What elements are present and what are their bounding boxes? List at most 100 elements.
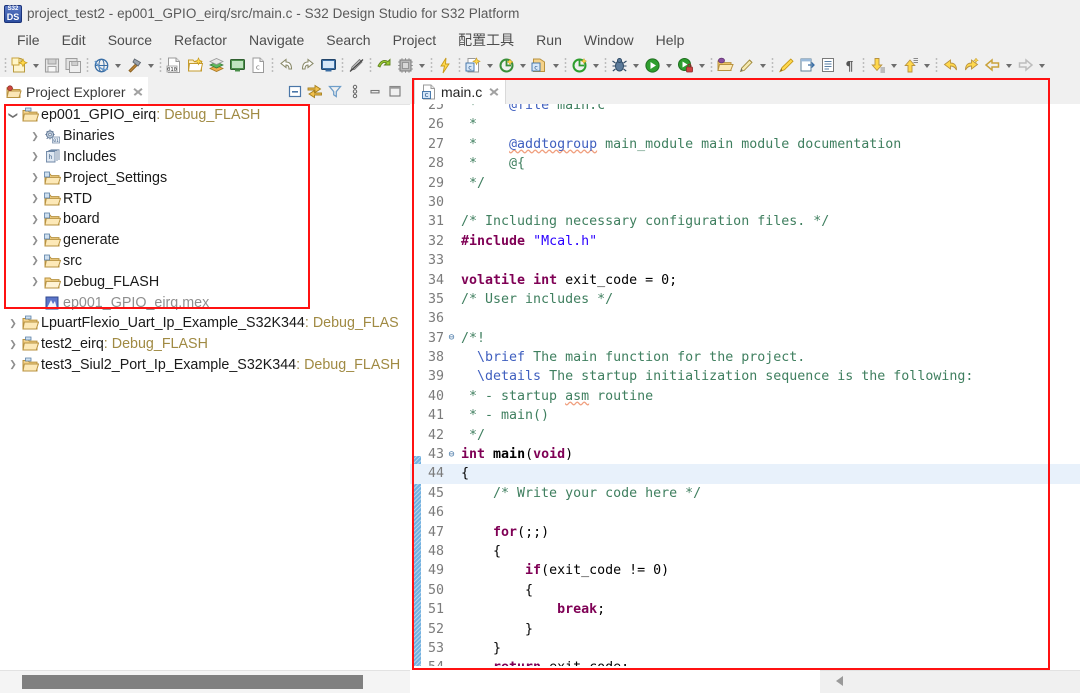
tree-item-ep001-gpio-eirq[interactable]: ep001_GPIO_eirq: Debug_FLASH bbox=[0, 105, 410, 126]
build-button[interactable] bbox=[125, 56, 144, 76]
code-line[interactable]: 41 * - main() bbox=[410, 406, 1080, 425]
tab-project-explorer[interactable]: Project Explorer bbox=[0, 77, 148, 105]
new-config-button[interactable]: c bbox=[464, 56, 483, 76]
profile-button[interactable] bbox=[676, 56, 695, 76]
code-line[interactable]: 27 * @addtogroup main_module main module… bbox=[410, 135, 1080, 154]
menu-item-refactor[interactable]: Refactor bbox=[163, 30, 238, 50]
next-edit-button[interactable] bbox=[1016, 56, 1035, 76]
toolbar-group-grip[interactable] bbox=[341, 57, 344, 74]
toolbar-group-grip[interactable] bbox=[271, 57, 274, 74]
view-filter-icon[interactable] bbox=[326, 82, 344, 100]
project-explorer-horizontal-scrollbar[interactable] bbox=[0, 670, 410, 693]
toolbar-group-grip[interactable] bbox=[159, 57, 162, 74]
fold-collapse-icon[interactable]: ⊖ bbox=[445, 333, 458, 343]
export-button[interactable] bbox=[798, 56, 817, 76]
chevron-right-icon[interactable] bbox=[26, 131, 44, 142]
chevron-down-icon[interactable] bbox=[30, 56, 41, 76]
code-line[interactable]: 46 bbox=[410, 503, 1080, 522]
maximize-view-icon[interactable] bbox=[386, 82, 404, 100]
code-line[interactable]: 26 * bbox=[410, 115, 1080, 134]
view-menu-icon[interactable] bbox=[346, 82, 364, 100]
editor-horizontal-scrollbar[interactable] bbox=[820, 670, 1080, 693]
menu-item-help[interactable]: Help bbox=[645, 30, 696, 50]
chevron-right-icon[interactable] bbox=[4, 339, 22, 350]
chevron-right-icon[interactable] bbox=[4, 318, 22, 329]
code-line[interactable]: 48 { bbox=[410, 542, 1080, 561]
new-c-project-button[interactable]: c bbox=[530, 56, 549, 76]
toolbar-group-grip[interactable] bbox=[4, 57, 7, 74]
chevron-down-icon[interactable] bbox=[416, 56, 427, 76]
tree-item-rtd[interactable]: RTD bbox=[0, 188, 410, 209]
new-folder-button[interactable] bbox=[186, 56, 205, 76]
chevron-down-icon[interactable] bbox=[696, 56, 707, 76]
menu-item-file[interactable]: File bbox=[6, 30, 51, 50]
undo-button[interactable] bbox=[277, 56, 296, 76]
quick-access-button[interactable] bbox=[436, 56, 455, 76]
code-line[interactable]: 39 \details The startup initialization s… bbox=[410, 367, 1080, 386]
editor-text-area[interactable]: 25 * @file main.c 26 * 27 * @addtogroup ma… bbox=[410, 104, 1080, 666]
menu-item-navigate[interactable]: Navigate bbox=[238, 30, 315, 50]
highlight-button[interactable] bbox=[777, 56, 796, 76]
code-line[interactable]: 52 } bbox=[410, 620, 1080, 639]
close-icon[interactable] bbox=[132, 86, 144, 98]
code-line[interactable]: 49 if(exit_code != 0) bbox=[410, 561, 1080, 580]
open-config-button[interactable] bbox=[497, 56, 516, 76]
toolbar-group-grip[interactable] bbox=[369, 57, 372, 74]
source-code[interactable]: 25 * @file main.c 26 * 27 * @addtogroup ma… bbox=[410, 104, 1080, 666]
toolbar-group-grip[interactable] bbox=[564, 57, 567, 74]
tree-item-test3-siul2-port-ip-example-s32k344[interactable]: test3_Siul2_Port_Ip_Example_S32K344: Deb… bbox=[0, 355, 410, 376]
chevron-down-icon[interactable] bbox=[757, 56, 768, 76]
menu-item-配置工具[interactable]: 配置工具 bbox=[447, 28, 525, 52]
chevron-down-icon[interactable] bbox=[550, 56, 561, 76]
previous-edit-button[interactable] bbox=[983, 56, 1002, 76]
code-line[interactable]: 28 * @{ bbox=[410, 154, 1080, 173]
chevron-down-icon[interactable] bbox=[921, 56, 932, 76]
tree-item-debug-flash[interactable]: Debug_FLASH bbox=[0, 271, 410, 292]
toolbar-group-grip[interactable] bbox=[862, 57, 865, 74]
chevron-down-icon[interactable] bbox=[590, 56, 601, 76]
search-pencil-button[interactable] bbox=[737, 56, 756, 76]
toolbar-group-grip[interactable] bbox=[430, 57, 433, 74]
chevron-down-icon[interactable] bbox=[517, 56, 528, 76]
back-button[interactable] bbox=[941, 56, 960, 76]
new-source-file-button[interactable]: 010 bbox=[165, 56, 184, 76]
chevron-down-icon[interactable] bbox=[484, 56, 495, 76]
menu-item-run[interactable]: Run bbox=[525, 30, 573, 50]
update-button[interactable] bbox=[570, 56, 589, 76]
tree-item-test2-eirq[interactable]: test2_eirq: Debug_FLASH bbox=[0, 334, 410, 355]
chevron-down-icon[interactable] bbox=[888, 56, 899, 76]
new-class-button[interactable] bbox=[207, 56, 226, 76]
toggle-mark-occurrences-button[interactable] bbox=[347, 56, 366, 76]
previous-annotation-button[interactable] bbox=[901, 56, 920, 76]
project-tree[interactable]: ep001_GPIO_eirq: Debug_FLASH01BinarieshI… bbox=[0, 105, 410, 693]
tree-item-includes[interactable]: h Includes bbox=[0, 147, 410, 168]
menu-item-search[interactable]: Search bbox=[315, 30, 381, 50]
new-button[interactable] bbox=[10, 56, 29, 76]
print-button[interactable] bbox=[92, 56, 111, 76]
menu-item-window[interactable]: Window bbox=[573, 30, 645, 50]
toolbar-group-grip[interactable] bbox=[604, 57, 607, 74]
console-button[interactable] bbox=[319, 56, 338, 76]
menu-item-source[interactable]: Source bbox=[97, 30, 163, 50]
chevron-right-icon[interactable] bbox=[26, 151, 44, 162]
import-button[interactable] bbox=[375, 56, 394, 76]
scrollbar-thumb[interactable] bbox=[22, 675, 363, 689]
code-line[interactable]: 32 #include "Mcal.h" bbox=[410, 232, 1080, 251]
menu-item-edit[interactable]: Edit bbox=[51, 30, 97, 50]
collapse-all-icon[interactable] bbox=[286, 82, 304, 100]
tree-item-project-settings[interactable]: Project_Settings bbox=[0, 167, 410, 188]
toolbar-group-grip[interactable] bbox=[710, 57, 713, 74]
code-line[interactable]: 44 { bbox=[410, 464, 1080, 484]
chevron-right-icon[interactable] bbox=[26, 193, 44, 204]
code-line[interactable]: 31 /* Including necessary configuration f… bbox=[410, 212, 1080, 231]
close-icon[interactable] bbox=[488, 86, 500, 98]
code-line[interactable]: 37 ⊖/*! bbox=[410, 329, 1080, 348]
chevron-right-icon[interactable] bbox=[26, 172, 44, 183]
code-line[interactable]: 51 break; bbox=[410, 600, 1080, 619]
toolbar-group-grip[interactable] bbox=[771, 57, 774, 74]
redo-button[interactable] bbox=[298, 56, 317, 76]
code-line[interactable]: 34 volatile int exit_code = 0; bbox=[410, 271, 1080, 290]
chevron-right-icon[interactable] bbox=[4, 359, 22, 370]
code-line[interactable]: 33 bbox=[410, 251, 1080, 270]
fold-collapse-icon[interactable]: ⊖ bbox=[445, 449, 458, 460]
